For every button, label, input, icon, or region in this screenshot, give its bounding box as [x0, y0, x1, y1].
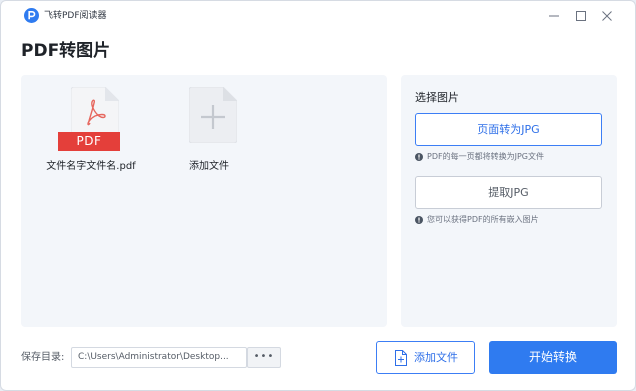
option-hint: 您可以获得PDF的所有嵌入图片: [415, 214, 539, 225]
option-hint-text: 您可以获得PDF的所有嵌入图片: [427, 215, 539, 224]
pdf-badge: PDF: [58, 132, 120, 151]
browse-button[interactable]: •••: [247, 347, 281, 368]
add-file-button-label: 添加文件: [414, 351, 458, 364]
file-list-area: PDF 文件名字文件名.pdf 添加文件: [21, 75, 387, 327]
app-window: 飞转PDF阅读器 PDF转图片 PDF 文件名字文件名.pdf 添加文件 选择图…: [0, 0, 636, 391]
title-bar[interactable]: 飞转PDF阅读器: [1, 1, 635, 31]
options-panel: 选择图片 页面转为JPG PDF的每一页都将转换为JPG文件 提取JPG 您可以…: [401, 75, 617, 327]
file-name: 文件名字文件名.pdf: [46, 161, 136, 172]
minimize-icon: [549, 15, 559, 17]
info-icon: [415, 153, 423, 161]
option-extract-jpg-button[interactable]: 提取JPG: [415, 176, 602, 209]
app-logo-icon: [24, 8, 39, 23]
options-title: 选择图片: [415, 91, 459, 104]
add-file-label: 添加文件: [189, 161, 229, 172]
option-page-to-jpg-button[interactable]: 页面转为JPG: [415, 113, 602, 146]
save-dir-label: 保存目录:: [21, 352, 65, 363]
file-item-pdf[interactable]: PDF 文件名字文件名.pdf: [39, 85, 143, 181]
info-icon: [415, 216, 423, 224]
maximize-button[interactable]: [570, 6, 592, 26]
add-file-tile[interactable]: 添加文件: [157, 85, 261, 181]
add-file-icon: [395, 350, 407, 366]
app-title: 飞转PDF阅读器: [44, 11, 107, 21]
add-file-button[interactable]: 添加文件: [376, 341, 475, 374]
close-icon: [602, 11, 612, 21]
option-hint: PDF的每一页都将转换为JPG文件: [415, 151, 544, 162]
add-file-plus-icon: [189, 87, 237, 143]
close-button[interactable]: [596, 6, 618, 26]
option-hint-text: PDF的每一页都将转换为JPG文件: [427, 152, 544, 161]
page-title: PDF转图片: [21, 41, 111, 61]
minimize-button[interactable]: [543, 6, 565, 26]
save-path-input[interactable]: C:\Users\Administrator\Desktop...: [71, 347, 247, 368]
start-convert-button[interactable]: 开始转换: [489, 341, 617, 374]
maximize-icon: [576, 11, 586, 21]
